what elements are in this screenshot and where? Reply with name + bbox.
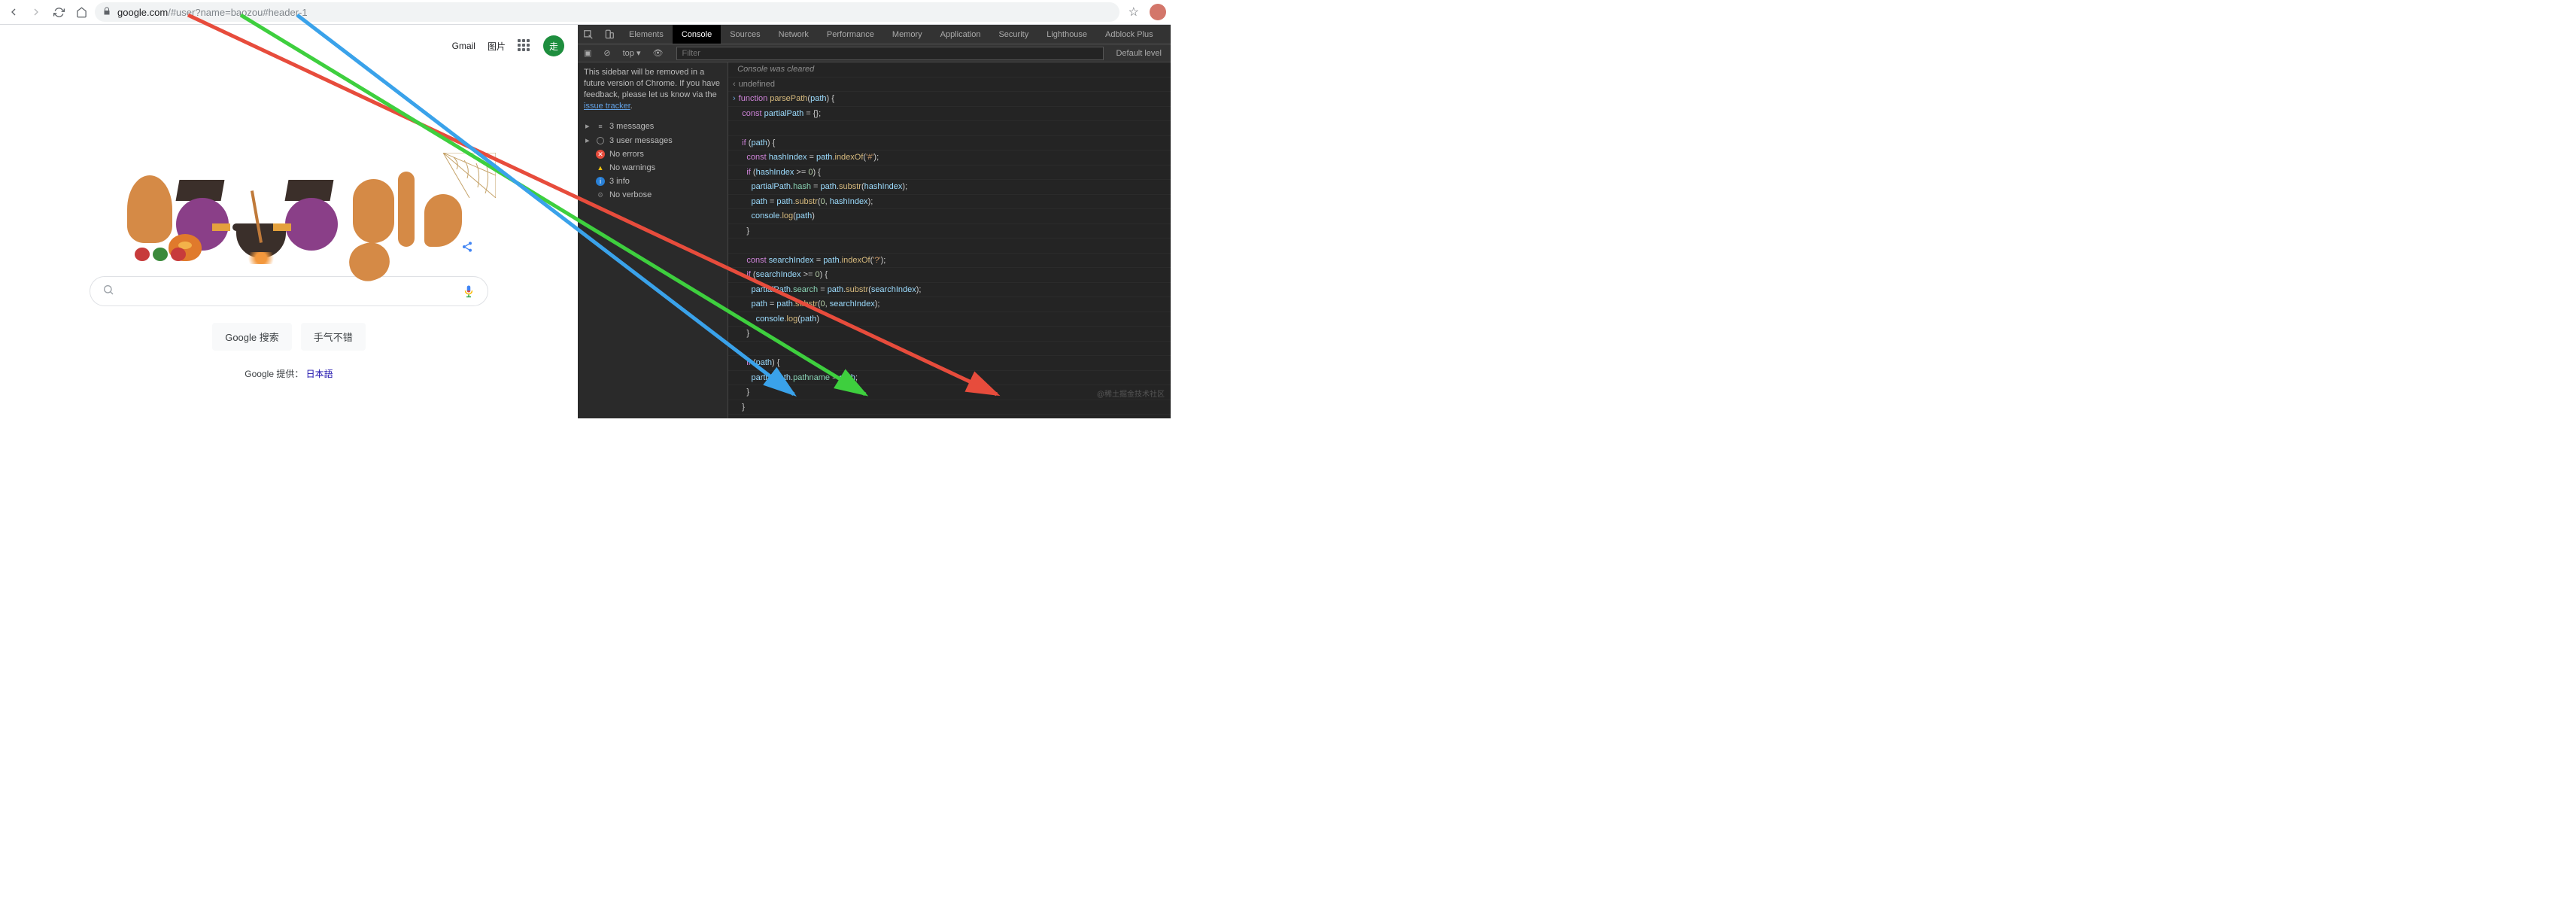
- forward-button[interactable]: [27, 3, 45, 21]
- clear-console-icon[interactable]: ⊘: [600, 48, 613, 58]
- tab-lighthouse[interactable]: Lighthouse: [1037, 25, 1096, 44]
- sidebar-messages[interactable]: ▸≡3 messages: [584, 119, 721, 133]
- browser-toolbar: google.com/#user?name=baozou#header-1 ☆: [0, 0, 1171, 25]
- tab-performance[interactable]: Performance: [818, 25, 883, 44]
- feeling-lucky-button[interactable]: 手气不错: [301, 323, 366, 351]
- tab-security[interactable]: Security: [989, 25, 1037, 44]
- console-sidebar: This sidebar will be removed in a future…: [578, 62, 728, 418]
- voice-search-icon[interactable]: [462, 283, 475, 299]
- tab-memory[interactable]: Memory: [883, 25, 931, 44]
- spider-web-icon: [443, 153, 496, 198]
- context-selector[interactable]: top ▾: [620, 48, 644, 58]
- url-text: google.com/#user?name=baozou#header-1: [117, 7, 308, 18]
- home-button[interactable]: [72, 3, 90, 21]
- devtools-tabs: Elements Console Sources Network Perform…: [578, 25, 1171, 44]
- reload-button[interactable]: [50, 3, 68, 21]
- bookmark-star-icon[interactable]: ☆: [1129, 5, 1139, 20]
- sidebar-notice: This sidebar will be removed in a future…: [584, 67, 721, 111]
- watermark: @稀土掘金技术社区: [1097, 389, 1165, 400]
- images-link[interactable]: 图片: [488, 40, 506, 53]
- device-toggle-icon[interactable]: [599, 25, 620, 44]
- google-topbar: Gmail 图片 走: [452, 35, 564, 56]
- tab-console[interactable]: Console: [673, 25, 721, 44]
- tab-application[interactable]: Application: [931, 25, 990, 44]
- search-icon: [102, 284, 114, 299]
- language-link[interactable]: 日本語: [306, 369, 333, 379]
- devtools-panel: Elements Console Sources Network Perform…: [578, 25, 1171, 418]
- google-doodle[interactable]: [127, 130, 451, 258]
- live-expression-icon[interactable]: 👁: [650, 48, 667, 58]
- search-input[interactable]: [123, 285, 453, 298]
- issue-tracker-link[interactable]: issue tracker: [584, 102, 630, 111]
- share-icon[interactable]: [461, 241, 473, 255]
- back-button[interactable]: [5, 3, 23, 21]
- sidebar-info[interactable]: i3 info: [584, 175, 721, 188]
- google-apps-icon[interactable]: [518, 39, 531, 53]
- sidebar-verbose[interactable]: ⚙No verbose: [584, 188, 721, 202]
- address-bar[interactable]: google.com/#user?name=baozou#header-1: [95, 2, 1119, 22]
- google-page: Gmail 图片 走: [0, 25, 578, 418]
- google-search-button[interactable]: Google 搜索: [212, 323, 292, 351]
- sidebar-warnings[interactable]: ▲No warnings: [584, 161, 721, 175]
- console-toolbar: ▣ ⊘ top ▾ 👁 Default level: [578, 44, 1171, 62]
- console-filter-input[interactable]: [676, 47, 1104, 60]
- language-offer: Google 提供： 日本語: [0, 367, 578, 380]
- tab-adblock[interactable]: Adblock Plus: [1096, 25, 1162, 44]
- tab-network[interactable]: Network: [770, 25, 818, 44]
- lock-icon: [102, 7, 111, 18]
- tab-elements[interactable]: Elements: [620, 25, 673, 44]
- log-level-selector[interactable]: Default level: [1110, 49, 1168, 58]
- profile-avatar[interactable]: [1150, 4, 1166, 20]
- gmail-link[interactable]: Gmail: [452, 41, 475, 51]
- inspect-element-icon[interactable]: [578, 25, 599, 44]
- console-output[interactable]: Console was cleared ‹undefined ›function…: [728, 62, 1171, 418]
- account-avatar[interactable]: 走: [543, 35, 564, 56]
- search-box[interactable]: [90, 276, 488, 306]
- tab-sources[interactable]: Sources: [721, 25, 769, 44]
- sidebar-errors[interactable]: ✕No errors: [584, 147, 721, 161]
- sidebar-user-messages[interactable]: ▸3 user messages: [584, 133, 721, 147]
- toggle-sidebar-icon[interactable]: ▣: [581, 48, 594, 58]
